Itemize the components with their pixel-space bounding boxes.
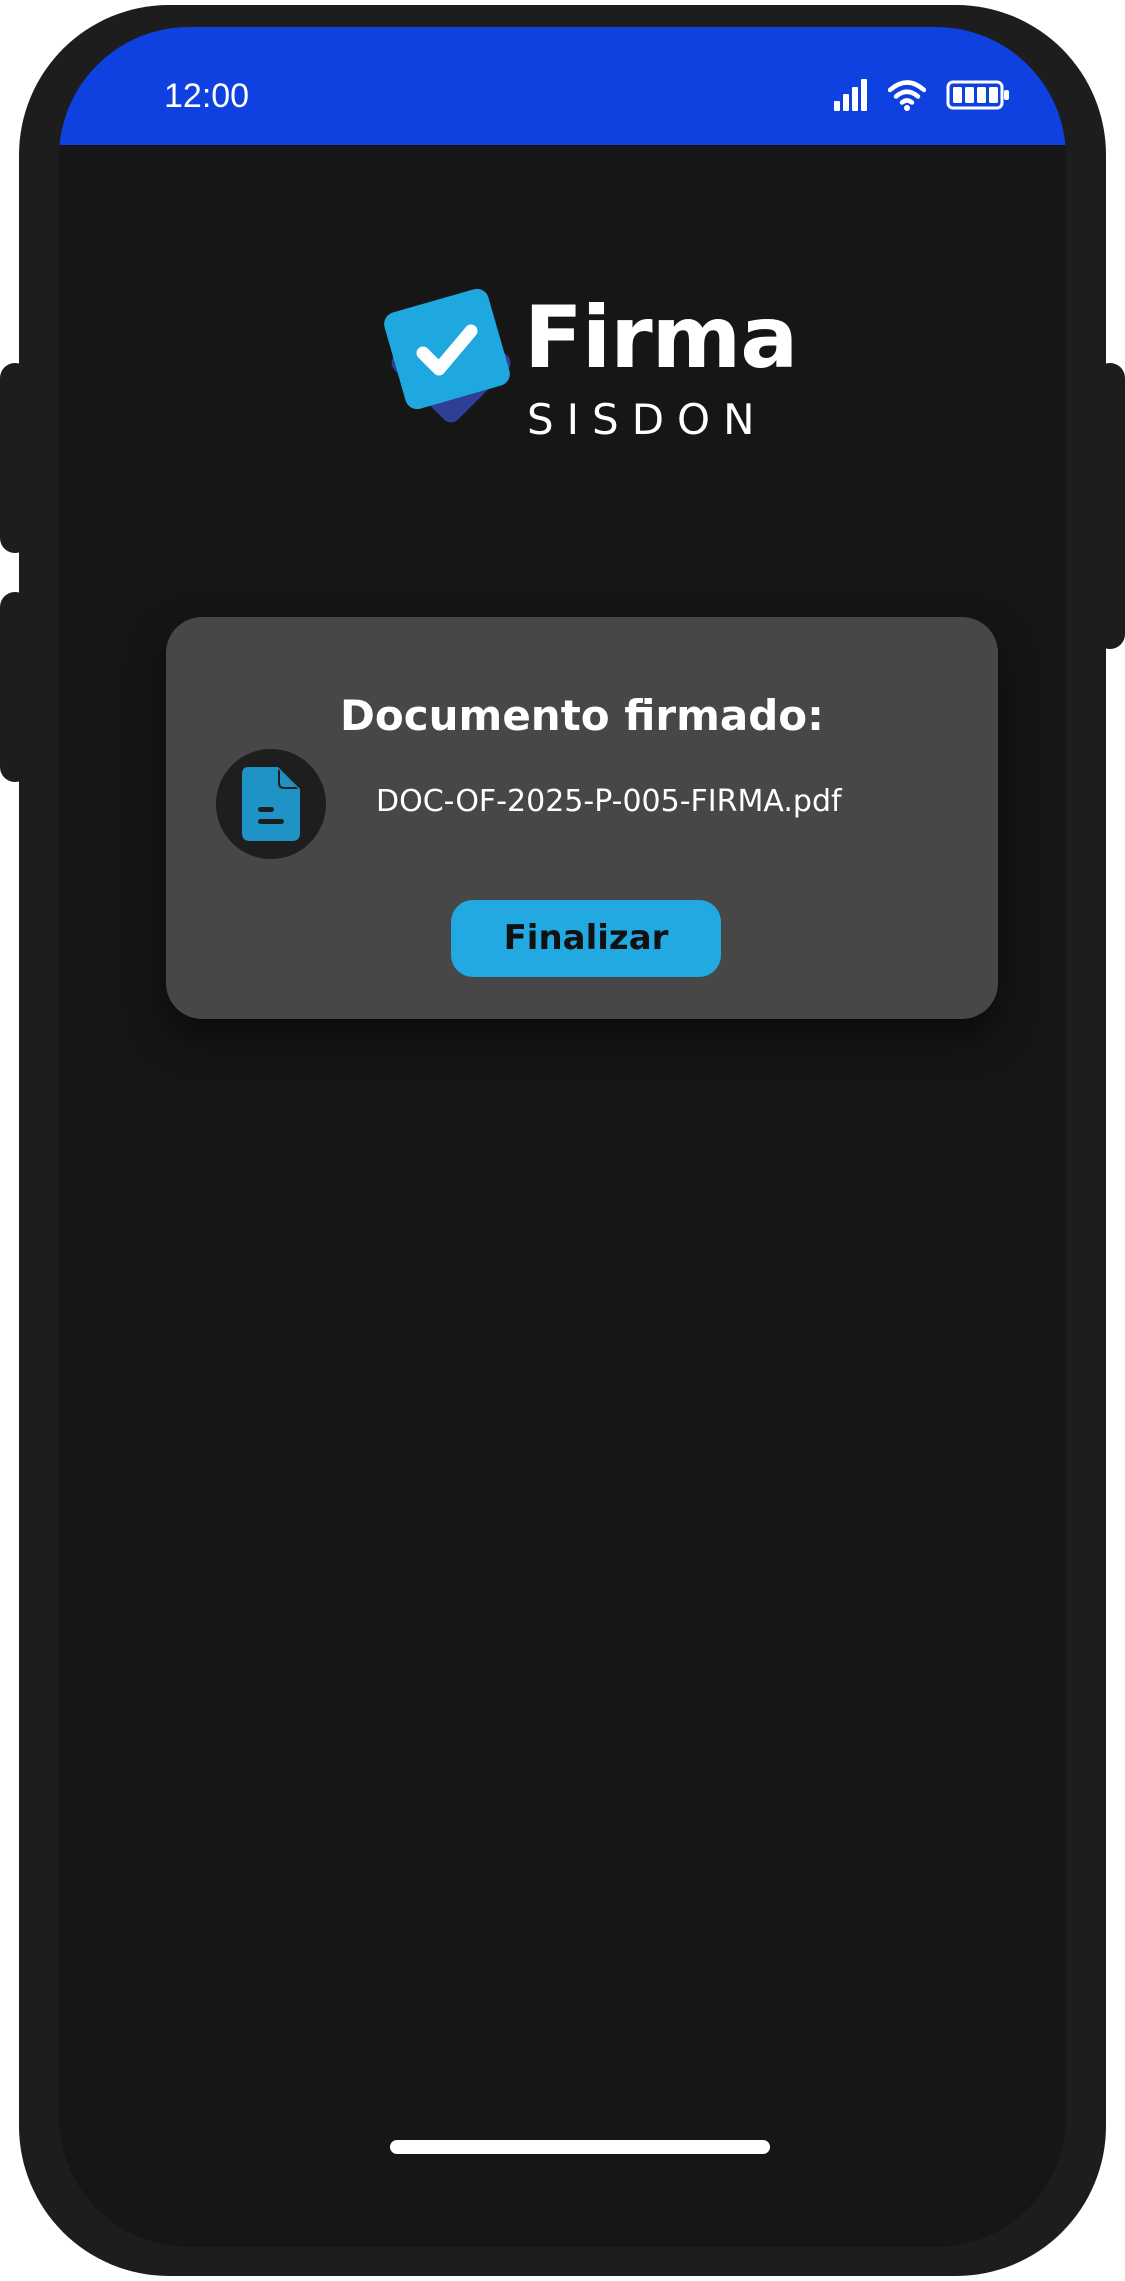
logo-subtitle: SISDON: [527, 395, 768, 444]
firma-sisdon-logo: Firma SISDON: [379, 285, 798, 441]
card-title: Documento firmado:: [340, 691, 824, 740]
phone-frame: 12:00 Firma SISDON Documento firmado: DO…: [19, 5, 1106, 2276]
finalize-button[interactable]: Finalizar: [451, 900, 721, 977]
logo-title: Firma: [524, 288, 798, 388]
signal-icon: [834, 79, 868, 111]
check-document-logo-icon: [379, 285, 514, 435]
file-name: DOC-OF-2025-P-005-FIRMA.pdf: [376, 784, 842, 819]
status-bar: 12:00: [59, 27, 1066, 145]
app-screen: 12:00 Firma SISDON Documento firmado: DO…: [59, 27, 1066, 2247]
battery-icon: [946, 80, 1010, 110]
document-icon: [216, 749, 326, 859]
wifi-icon: [888, 79, 926, 111]
status-time: 12:00: [164, 77, 250, 115]
status-icons: [834, 75, 1010, 115]
signed-document-card: Documento firmado: DOC-OF-2025-P-005-FIR…: [166, 617, 998, 1019]
home-indicator[interactable]: [390, 2140, 770, 2154]
